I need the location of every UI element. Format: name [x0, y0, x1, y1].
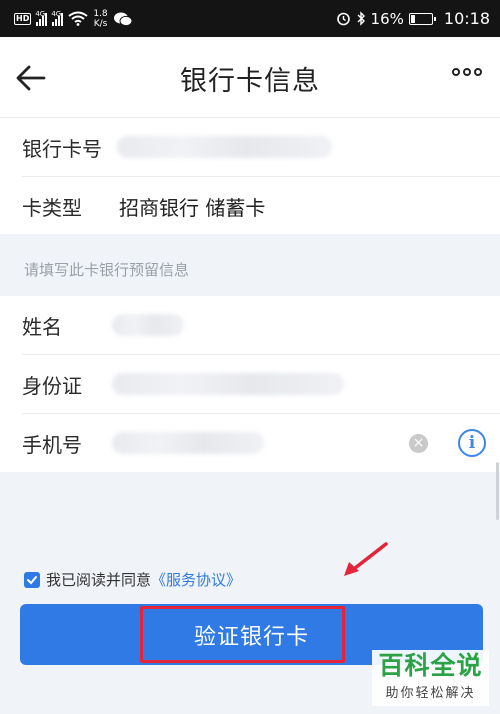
watermark-subtitle: 助你轻松解决	[385, 686, 476, 701]
phone-row[interactable]: 手机号 × i	[0, 414, 500, 472]
status-left: HD 4G 4G 1.8 K/s	[14, 9, 133, 29]
speed-value: 1.8	[93, 8, 108, 19]
annotation-arrow-icon	[344, 542, 388, 576]
alarm-icon	[336, 12, 350, 26]
agreement-text: 我已阅读并同意	[46, 571, 152, 589]
card-type-label: 卡类型	[22, 195, 82, 220]
status-bar: HD 4G 4G 1.8 K/s 16% 10:18	[0, 0, 500, 37]
clear-icon[interactable]: ×	[409, 434, 428, 453]
annotation-highlight-box	[140, 606, 345, 663]
cell-signal-icon: 4G	[35, 9, 48, 26]
more-options-icon[interactable]	[452, 68, 482, 76]
card-number-row: 银行卡号	[0, 118, 500, 176]
clock: 10:18	[443, 9, 490, 28]
name-row[interactable]: 姓名	[0, 296, 500, 354]
scrollbar	[496, 462, 499, 520]
network-type-label: 4G	[35, 9, 46, 18]
hd-badge: HD	[14, 12, 32, 25]
network-speed: 1.8 K/s	[93, 9, 107, 29]
status-right: 16% 10:18	[336, 9, 490, 28]
agreement-checkbox[interactable]	[24, 571, 40, 588]
phone-field-redacted[interactable]	[112, 432, 264, 454]
name-label: 姓名	[22, 314, 62, 339]
info-icon[interactable]: i	[458, 429, 486, 457]
network-type-label-2: 4G	[51, 9, 62, 18]
id-field-redacted[interactable]	[112, 373, 344, 395]
section-hint: 请填写此卡银行预留信息	[0, 234, 500, 296]
checkmark-icon	[27, 575, 37, 584]
speed-unit: K/s	[93, 18, 108, 29]
card-number-value-redacted	[117, 136, 332, 158]
name-field-redacted[interactable]	[112, 314, 184, 336]
wechat-icon	[113, 12, 133, 26]
agreement-row: 我已阅读并同意 《服务协议》	[24, 569, 241, 590]
id-label: 身份证	[22, 373, 82, 398]
battery-icon	[408, 12, 436, 25]
wifi-icon	[68, 11, 88, 26]
service-agreement-link[interactable]: 《服务协议》	[151, 569, 241, 590]
personal-info-section: 姓名 身份证 手机号 × i	[0, 296, 500, 472]
card-type-row: 卡类型 招商银行 储蓄卡	[0, 177, 500, 235]
watermark-logo: 百科全说 助你轻松解决	[372, 650, 489, 706]
card-type-value: 招商银行 储蓄卡	[119, 195, 266, 220]
card-info-section: 银行卡号 卡类型 招商银行 储蓄卡	[0, 118, 500, 235]
app-header: 银行卡信息	[0, 37, 500, 118]
watermark-title: 百科全说	[378, 651, 483, 680]
cell-signal-icon-2: 4G	[51, 9, 64, 26]
page-title: 银行卡信息	[180, 66, 320, 97]
battery-percent: 16%	[370, 9, 404, 28]
id-row[interactable]: 身份证	[0, 355, 500, 413]
bluetooth-icon	[357, 11, 365, 26]
card-number-label: 银行卡号	[22, 136, 102, 161]
phone-label: 手机号	[22, 432, 82, 457]
